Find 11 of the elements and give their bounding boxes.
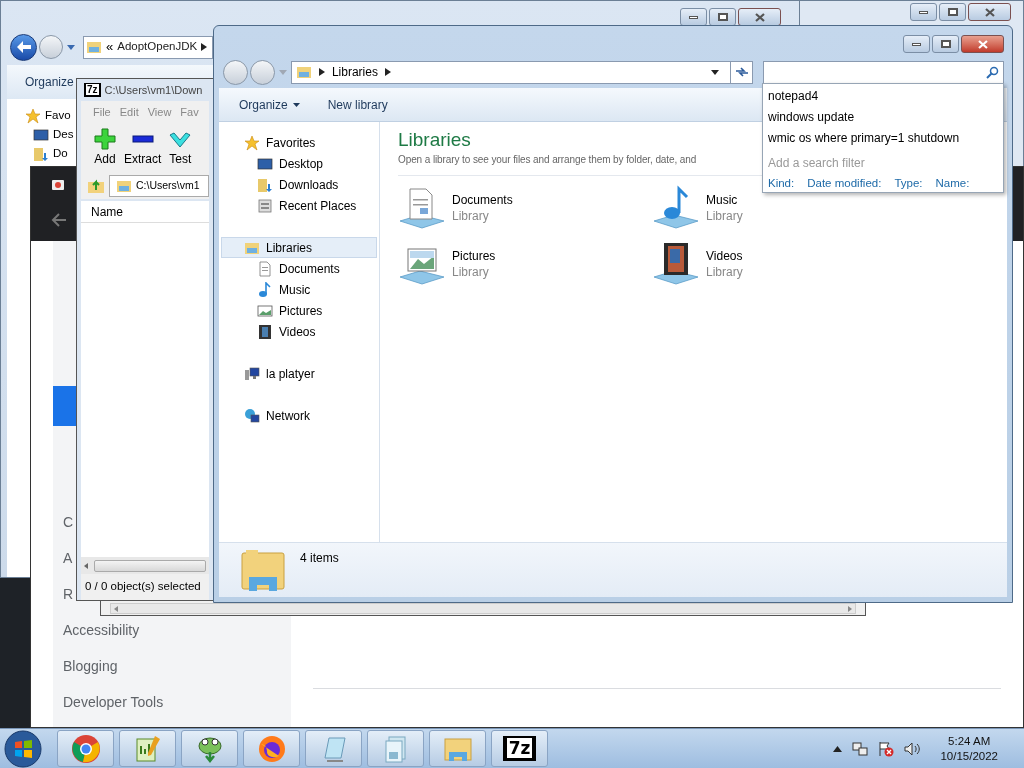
- breadcrumb: Libraries: [331, 64, 378, 81]
- page-description: Open a library to see your files and arrange them by folder, date, and: [398, 153, 697, 167]
- filter-hint: Add a search filter: [767, 155, 866, 172]
- status-text: 4 items: [300, 550, 339, 567]
- status-text: 0 / 0 object(s) selected: [85, 579, 201, 595]
- address-overflow: «: [106, 38, 114, 57]
- logo-icon: 7z: [502, 736, 537, 761]
- app-logo: 7z: [84, 83, 101, 97]
- window-title: C:\Users\vm1\Down: [104, 82, 203, 98]
- address-text: AdoptOpenJDK: [117, 39, 198, 55]
- page-heading: Libraries: [398, 128, 471, 152]
